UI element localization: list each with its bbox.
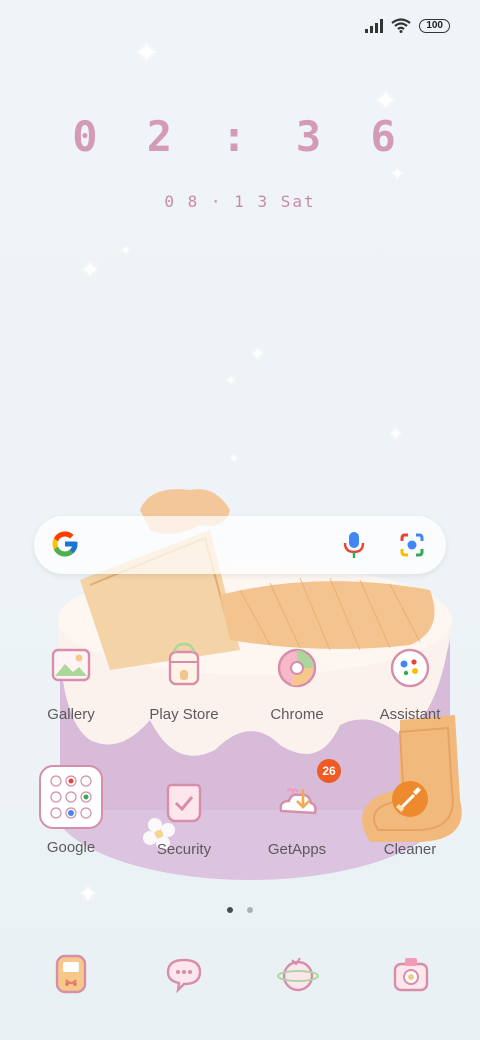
app-label: Assistant bbox=[379, 706, 441, 723]
chrome-icon bbox=[269, 640, 325, 696]
app-play-store[interactable]: Play Store bbox=[134, 640, 234, 723]
getapps-icon: 26 bbox=[269, 759, 341, 831]
app-label: Google bbox=[46, 839, 96, 856]
lens-icon[interactable] bbox=[398, 531, 426, 559]
app-gallery[interactable]: Gallery bbox=[21, 640, 121, 723]
app-getapps[interactable]: 26 GetApps bbox=[247, 759, 347, 858]
mic-icon[interactable] bbox=[340, 530, 368, 560]
google-icon bbox=[52, 531, 78, 557]
sparkle: ✦ bbox=[388, 424, 404, 444]
camera-icon[interactable] bbox=[389, 952, 433, 996]
battery-indicator: 100 bbox=[419, 18, 450, 33]
clock-time[interactable]: 0 2 : 3 6 bbox=[0, 112, 480, 161]
app-label: Gallery bbox=[47, 706, 95, 723]
dock bbox=[0, 952, 480, 1000]
browser-icon[interactable] bbox=[276, 952, 320, 996]
status-bar: 100 bbox=[365, 18, 450, 33]
sparkle: ✦ bbox=[250, 344, 266, 364]
app-label: GetApps bbox=[267, 841, 327, 858]
page-indicator[interactable] bbox=[0, 900, 480, 918]
app-security[interactable]: Security bbox=[134, 775, 234, 858]
gallery-icon bbox=[43, 640, 99, 696]
google-search-bar[interactable] bbox=[34, 516, 446, 574]
app-label: Cleaner bbox=[383, 841, 437, 858]
sparkle: ✦ bbox=[390, 164, 406, 184]
app-cleaner[interactable]: Cleaner bbox=[360, 775, 460, 858]
messages-icon[interactable] bbox=[162, 952, 206, 996]
app-assistant[interactable]: Assistant bbox=[360, 640, 460, 723]
phone-icon[interactable] bbox=[49, 952, 93, 996]
app-label: Security bbox=[156, 841, 212, 858]
sparkle: ✦ bbox=[120, 242, 132, 258]
app-chrome[interactable]: Chrome bbox=[247, 640, 347, 723]
google-folder-icon bbox=[39, 765, 103, 829]
sparkle: ✦ bbox=[225, 372, 237, 388]
page-dot-active[interactable] bbox=[226, 907, 233, 913]
security-icon bbox=[156, 775, 212, 831]
cleaner-icon bbox=[382, 775, 438, 831]
sparkle: ✦ bbox=[134, 37, 160, 70]
app-google-folder[interactable]: Google bbox=[21, 765, 121, 856]
sparkle: ✦ bbox=[228, 450, 240, 466]
clock-date[interactable]: 0 8 · 1 3 Sat bbox=[0, 192, 480, 211]
wifi-icon bbox=[391, 18, 411, 33]
notification-badge: 26 bbox=[317, 759, 341, 783]
app-label: Play Store bbox=[149, 706, 219, 723]
sparkle: ✦ bbox=[80, 257, 101, 284]
page-dot[interactable] bbox=[247, 907, 254, 913]
app-label: Chrome bbox=[270, 706, 324, 723]
play-store-icon bbox=[156, 640, 212, 696]
assistant-icon bbox=[382, 640, 438, 696]
signal-icon bbox=[365, 18, 384, 33]
